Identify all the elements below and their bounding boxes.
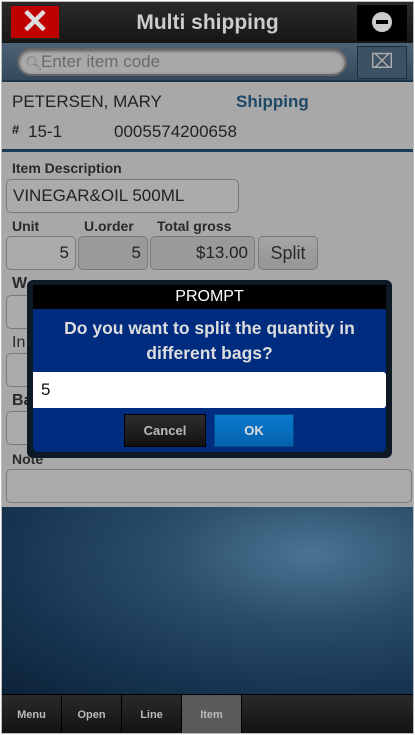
dialog-body: Do you want to split the quantity in dif…: [33, 309, 386, 452]
cancel-button[interactable]: Cancel: [124, 414, 206, 447]
item-description-label: Item Description: [12, 160, 122, 176]
background-image: [2, 507, 413, 695]
item-description-field[interactable]: VINEGAR&OIL 500ML: [6, 179, 239, 213]
tab-item[interactable]: Item: [182, 695, 242, 733]
hash-label: #: [12, 122, 20, 137]
bottom-tab-bar: Menu Open Line Item: [2, 694, 413, 733]
customer-name: PETERSEN, MARY: [12, 92, 162, 111]
minimize-button[interactable]: [357, 5, 407, 41]
scan-button[interactable]: ⌧: [357, 46, 407, 79]
ok-button[interactable]: OK: [214, 414, 294, 447]
unit-field[interactable]: 5: [6, 236, 76, 270]
total-gross-field[interactable]: $13.00: [150, 236, 255, 270]
search-icon: 🔍︎: [25, 55, 43, 71]
hidden-label-1: W: [12, 275, 28, 292]
customer-code: 0005574200658: [114, 122, 237, 141]
hidden-label-2: In: [12, 334, 26, 351]
note-field[interactable]: [6, 469, 412, 503]
search-bar: 🔍︎ Enter item code ⌧: [2, 43, 413, 82]
item-code-input[interactable]: 🔍︎ Enter item code: [17, 48, 347, 76]
order-number: 15-1: [28, 122, 63, 141]
header: ✕ Multi shipping: [2, 2, 413, 43]
uorder-field[interactable]: 5: [78, 236, 148, 270]
split-button[interactable]: Split: [258, 236, 318, 270]
status-label: Shipping: [236, 92, 309, 111]
search-placeholder: Enter item code: [41, 52, 161, 71]
customer-info: PETERSEN, MARY Shipping # 15-1 000557420…: [2, 84, 413, 152]
total-gross-label: Total gross: [157, 218, 232, 234]
page-title: Multi shipping: [136, 11, 279, 34]
dialog-message: Do you want to split the quantity in dif…: [64, 318, 355, 363]
prompt-dialog: PROMPT Do you want to split the quantity…: [27, 280, 392, 458]
dialog-title: PROMPT: [33, 285, 386, 309]
uorder-label: U.order: [84, 218, 134, 234]
unit-label: Unit: [12, 218, 40, 234]
tab-open[interactable]: Open: [62, 695, 122, 733]
split-quantity-input[interactable]: 5: [33, 372, 386, 408]
tab-menu[interactable]: Menu: [2, 695, 62, 733]
minus-circle-icon: [372, 12, 392, 32]
tab-line[interactable]: Line: [122, 695, 182, 733]
app-window: ✕ Multi shipping 🔍︎ Enter item code ⌧ PE…: [1, 1, 414, 734]
barcode-scan-icon: ⌧: [370, 51, 394, 73]
